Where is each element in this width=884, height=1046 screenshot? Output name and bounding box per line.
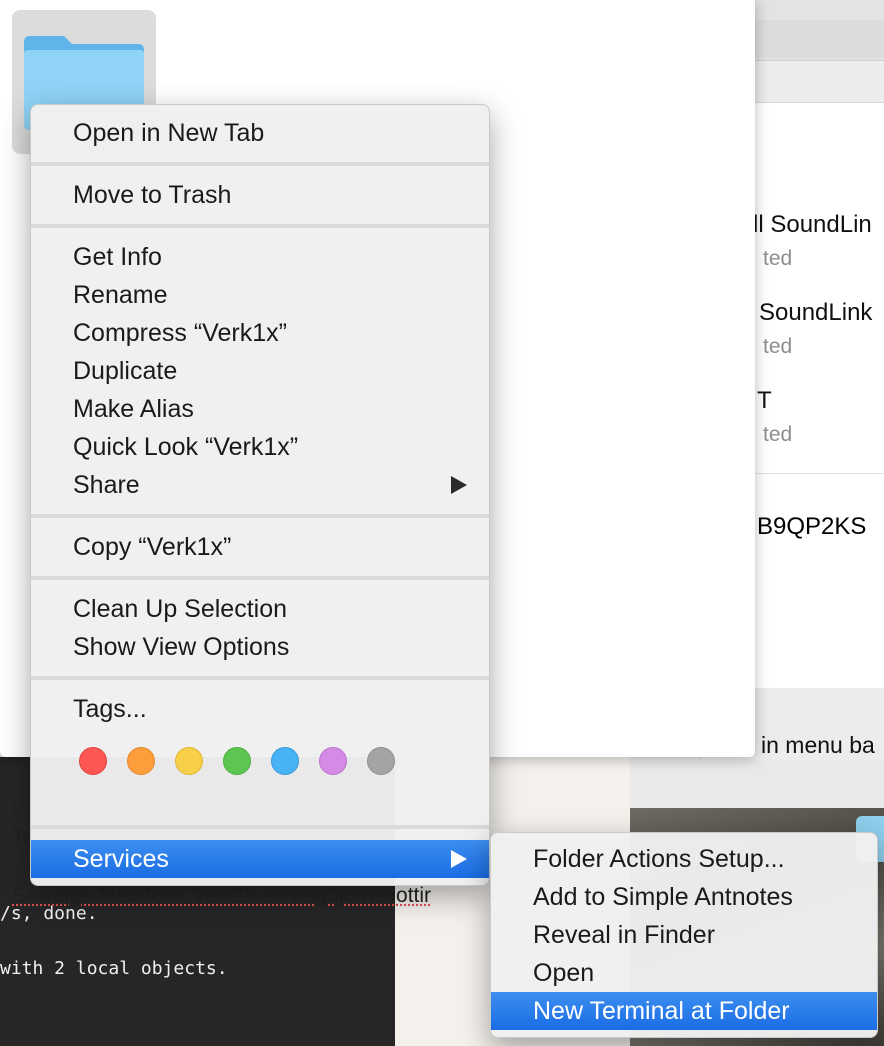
submenu-item-add-to-simple-antnotes[interactable]: Add to Simple Antnotes (491, 878, 877, 916)
menu-item-label: Clean Up Selection (73, 595, 288, 623)
menu-item-label: Move to Trash (73, 181, 232, 209)
device-status: ted (763, 423, 793, 446)
menu-separator (31, 162, 489, 166)
menu-item-label: New Terminal at Folder (533, 997, 790, 1025)
menu-item-label: Folder Actions Setup... (533, 845, 785, 873)
tag-red-icon[interactable] (79, 747, 107, 775)
menu-separator (31, 224, 489, 228)
device-id[interactable]: B9QP2KS (757, 513, 866, 541)
menu-item-label: Open (533, 959, 595, 987)
menu-item-label: Compress “Verk1x” (73, 319, 287, 347)
device-name[interactable]: ll SoundLin (753, 211, 872, 239)
menu-item-label: Reveal in Finder (533, 921, 716, 949)
menu-separator (31, 514, 489, 518)
menu-item-services[interactable]: Services (31, 840, 489, 878)
menu-item-move-to-trash[interactable]: Move to Trash (31, 176, 489, 214)
menu-item-open-in-new-tab[interactable]: Open in New Tab (31, 114, 489, 152)
menu-item-show-view-options[interactable]: Show View Options (31, 628, 489, 666)
menu-item-label: Open in New Tab (73, 119, 265, 147)
tag-color-row (79, 747, 419, 781)
menu-item-label: Duplicate (73, 357, 178, 385)
device-name[interactable]: T (757, 387, 772, 415)
menu-item-rename[interactable]: Rename (31, 276, 489, 314)
menu-item-label: Make Alias (73, 395, 194, 423)
menu-item-share[interactable]: Share (31, 466, 489, 504)
context-menu: Open in New Tab Move to Trash Get Info R… (30, 104, 490, 886)
submenu-item-open[interactable]: Open (491, 954, 877, 992)
menu-separator (31, 676, 489, 680)
menu-item-duplicate[interactable]: Duplicate (31, 352, 489, 390)
menu-item-copy[interactable]: Copy “Verk1x” (31, 528, 489, 566)
device-name[interactable]: SoundLink (759, 299, 872, 327)
tag-gray-icon[interactable] (367, 747, 395, 775)
submenu-arrow-icon (451, 850, 467, 868)
device-status: ted (763, 335, 793, 358)
menu-item-label: Services (73, 845, 169, 873)
submenu-item-folder-actions-setup[interactable]: Folder Actions Setup... (491, 840, 877, 878)
menu-item-label: Tags... (73, 695, 147, 723)
menu-item-tags[interactable]: Tags... (31, 690, 489, 728)
tag-green-icon[interactable] (223, 747, 251, 775)
show-in-menu-bar-label[interactable]: in menu ba (761, 732, 875, 759)
menu-item-label: Add to Simple Antnotes (533, 883, 793, 911)
terminal-output-line: with 2 local objects. (0, 958, 228, 979)
submenu-arrow-icon (451, 476, 467, 494)
device-status: ted (763, 247, 793, 270)
menu-item-quick-look[interactable]: Quick Look “Verk1x” (31, 428, 489, 466)
tag-blue-icon[interactable] (271, 747, 299, 775)
menu-item-clean-up-selection[interactable]: Clean Up Selection (31, 590, 489, 628)
menu-item-label: Copy “Verk1x” (73, 533, 232, 561)
terminal-prompt: Solveigs-MacBook:Verk1x solveigbjornsdot… (12, 884, 432, 907)
tag-orange-icon[interactable] (127, 747, 155, 775)
submenu-item-reveal-in-finder[interactable]: Reveal in Finder (491, 916, 877, 954)
menu-item-label: Share (73, 471, 140, 499)
menu-item-label: Show View Options (73, 633, 290, 661)
menu-item-make-alias[interactable]: Make Alias (31, 390, 489, 428)
menu-separator (31, 825, 489, 829)
tag-purple-icon[interactable] (319, 747, 347, 775)
menu-item-label: Get Info (73, 243, 162, 271)
services-submenu: Folder Actions Setup... Add to Simple An… (490, 832, 878, 1038)
menu-separator (31, 576, 489, 580)
menu-item-compress[interactable]: Compress “Verk1x” (31, 314, 489, 352)
submenu-item-new-terminal-at-folder[interactable]: New Terminal at Folder (491, 992, 877, 1030)
menu-item-label: Rename (73, 281, 168, 309)
menu-item-label: Quick Look “Verk1x” (73, 433, 299, 461)
menu-item-get-info[interactable]: Get Info (31, 238, 489, 276)
background-text: 2 (12, 799, 24, 822)
tag-yellow-icon[interactable] (175, 747, 203, 775)
